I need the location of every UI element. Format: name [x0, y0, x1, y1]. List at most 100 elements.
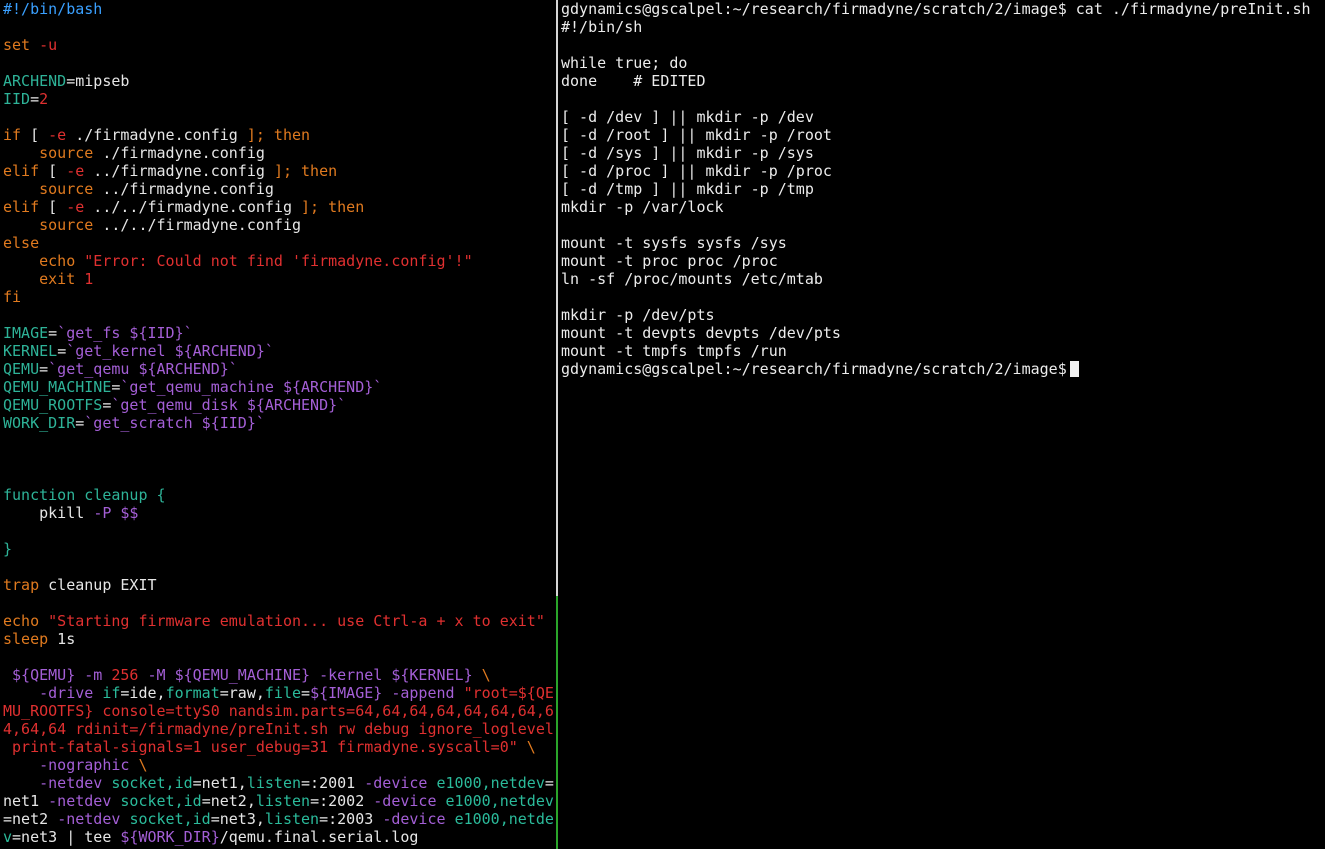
code-token: print-fatal-signals=1 user_debug=31 firm…: [3, 738, 518, 756]
terminal-output: gdynamics@gscalpel:~/research/firmadyne/…: [561, 0, 1325, 360]
code-token: -e: [66, 198, 85, 216]
code-token: ARCHEND: [3, 72, 67, 90]
code-token: \: [138, 756, 148, 774]
code-token: ../firmadyne.config: [84, 162, 274, 180]
terminal-line: mount -t tmpfs tmpfs /run: [561, 342, 787, 360]
terminal-line: [ -d /dev ] || mkdir -p /dev: [561, 108, 814, 126]
code-token: socket,id: [111, 774, 193, 792]
code-token: `get_kernel ${ARCHEND}`: [66, 342, 274, 360]
code-token: =raw,: [219, 684, 265, 702]
terminal-prompt: gdynamics@gscalpel:~/research/firmadyne/…: [561, 360, 1067, 378]
code-token: KERNEL: [3, 342, 58, 360]
code-token: -e: [66, 162, 85, 180]
code-token: =: [75, 414, 85, 432]
code-token: elif: [3, 198, 40, 216]
terminal-pane[interactable]: gdynamics@gscalpel:~/research/firmadyne/…: [558, 0, 1325, 849]
code-token: else: [3, 234, 40, 252]
editor-line: IID=2: [3, 90, 559, 108]
code-token: /qemu.final.serial.log: [219, 828, 419, 846]
code-token: v: [3, 828, 13, 846]
code-token: =net1,: [192, 774, 247, 792]
code-token: #!/bin/bash: [3, 0, 103, 18]
code-token: =: [48, 324, 58, 342]
code-token: =net2: [3, 810, 58, 828]
editor-line: 4,64,64 rdinit=/firmadyne/preInit.sh rw …: [3, 720, 559, 738]
code-token: -netdev: [57, 810, 121, 828]
code-token: \: [526, 738, 536, 756]
code-token: =ide,: [120, 684, 166, 702]
code-token: e1000,netde: [454, 810, 554, 828]
code-token: "Starting firmware emulation... use Ctrl…: [48, 612, 545, 630]
editor-line: sleep 1s: [3, 630, 559, 648]
code-token: -u: [30, 36, 58, 54]
code-token: socket,id: [129, 810, 211, 828]
editor-line: source ../firmadyne.config: [3, 180, 559, 198]
terminal-line: done # EDITED: [561, 72, 706, 90]
editor-line: =net2 -netdev socket,id=net3,listen=:200…: [3, 810, 559, 828]
code-token: source: [39, 144, 94, 162]
code-token: function cleanup {: [3, 486, 166, 504]
editor-line: v=net3 | tee ${WORK_DIR}/qemu.final.seri…: [3, 828, 559, 846]
code-token: IMAGE: [3, 324, 49, 342]
editor-pane[interactable]: #!/bin/bash set -u ARCHEND=mipseb IID=2 i…: [0, 0, 559, 849]
editor-line: function cleanup {: [3, 486, 559, 504]
code-token: pkill: [3, 504, 94, 522]
editor-line: trap cleanup EXIT: [3, 576, 559, 594]
code-token: source: [39, 180, 94, 198]
code-token: ../firmadyne.config: [93, 180, 274, 198]
code-token: set: [3, 36, 31, 54]
editor-line: -netdev socket,id=net1,listen=:2001 -dev…: [3, 774, 559, 792]
terminal-prompt-line[interactable]: gdynamics@gscalpel:~/research/firmadyne/…: [561, 360, 1325, 378]
code-token: fi: [3, 288, 22, 306]
code-token: QEMU_MACHINE: [3, 378, 112, 396]
code-token: 1: [84, 270, 94, 288]
editor-line: elif [ -e ../../firmadyne.config ]; then: [3, 198, 559, 216]
code-token: listen: [255, 792, 311, 810]
code-token: ./firmadyne.config: [93, 144, 265, 162]
code-token: WORK_DIR: [3, 414, 76, 432]
editor-line: ARCHEND=mipseb: [3, 72, 559, 90]
code-token: `get_qemu_machine ${ARCHEND}`: [120, 378, 383, 396]
code-token: ]; then: [301, 198, 365, 216]
code-token: ${QEMU}: [12, 666, 76, 684]
code-token: sleep: [3, 630, 49, 648]
code-token: 4,64,64 rdinit=/firmadyne/preInit.sh rw …: [3, 720, 554, 738]
code-token: =net3,: [210, 810, 265, 828]
code-token: -netdev: [39, 774, 103, 792]
code-token: -e: [48, 126, 67, 144]
code-token: =: [57, 342, 67, 360]
terminal-line: mount -t sysfs sysfs /sys: [561, 234, 787, 252]
editor-line: fi: [3, 288, 559, 306]
code-token: elif: [3, 162, 40, 180]
code-token: \: [481, 666, 491, 684]
code-token: IID: [3, 90, 31, 108]
editor-line: #!/bin/bash: [3, 0, 559, 18]
code-token: listen: [246, 774, 302, 792]
editor-line: KERNEL=`get_kernel ${ARCHEND}`: [3, 342, 559, 360]
code-token: trap: [3, 576, 40, 594]
code-token: =: [301, 684, 311, 702]
editor-line: ${QEMU} -m 256 -M ${QEMU_MACHINE} -kerne…: [3, 666, 559, 684]
terminal-line: mkdir -p /var/lock: [561, 198, 724, 216]
editor-line: exit 1: [3, 270, 559, 288]
editor-line: set -u: [3, 36, 559, 54]
code-token: `get_qemu ${ARCHEND}`: [48, 360, 238, 378]
code-token: ${IMAGE} -append: [310, 684, 455, 702]
terminal-line: [ -d /root ] || mkdir -p /root: [561, 126, 832, 144]
editor-line: echo "Error: Could not find 'firmadyne.c…: [3, 252, 559, 270]
code-token: "root=${QE: [463, 684, 554, 702]
